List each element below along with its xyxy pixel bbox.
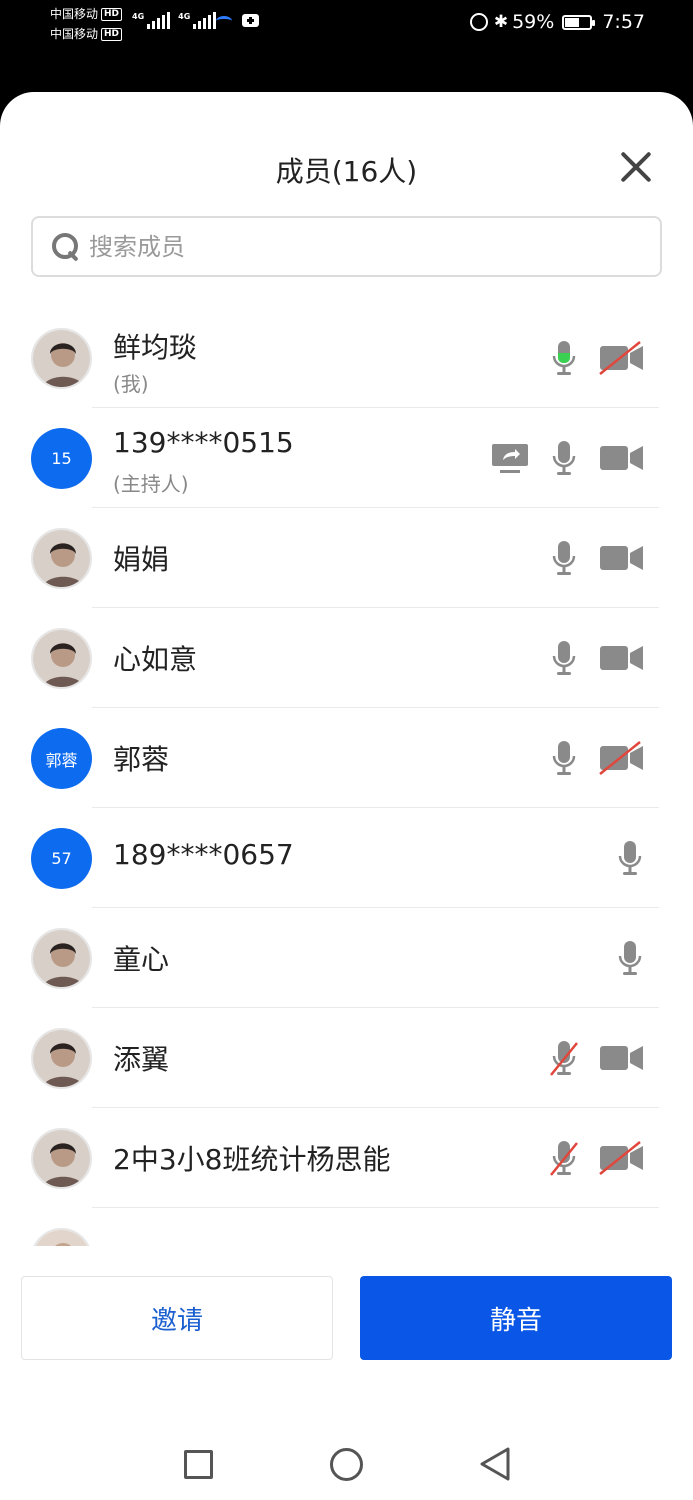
carrier-info: 中国移动 HD 中国移动 HD (50, 4, 123, 44)
screen-share-icon[interactable] (491, 442, 529, 474)
microphone-icon[interactable] (549, 639, 579, 677)
network-type: 4G (132, 12, 145, 21)
recent-apps-icon[interactable] (184, 1450, 213, 1479)
member-row[interactable]: 心如意 (0, 608, 693, 708)
member-row[interactable]: 郭蓉 郭蓉 (0, 708, 693, 808)
bluetooth-icon: ✱ (493, 12, 509, 32)
signal-icon: 4G (132, 12, 171, 29)
member-row[interactable]: 童心 (0, 908, 693, 1008)
avatar-photo (31, 1028, 92, 1089)
mute-all-button[interactable]: 静音 (360, 1276, 672, 1360)
member-name: 189****0657 (113, 838, 294, 871)
back-icon[interactable] (478, 1446, 512, 1482)
member-status-icons (549, 1138, 645, 1178)
system-nav-bar (0, 1432, 693, 1500)
member-row[interactable]: 57 189****0657 (0, 808, 693, 908)
avatar: 郭蓉 (31, 728, 92, 789)
status-bar: 中国移动 HD 中国移动 HD 4G 4G ✱ 59% 7:57 (0, 0, 693, 50)
member-name: 2中3小8班统计杨思能 (113, 1143, 391, 1176)
microphone-icon[interactable] (615, 939, 645, 977)
camera-icon[interactable] (599, 641, 645, 675)
search-icon (51, 232, 81, 262)
avatar-photo (31, 528, 92, 589)
member-role: (主持人) (113, 472, 189, 496)
member-row[interactable]: 鲜均琰 (我) (0, 308, 693, 408)
mic-muted-icon[interactable] (549, 1139, 579, 1177)
member-name: 童心 (113, 943, 170, 976)
signal-icon: 4G (178, 12, 217, 29)
avatar-photo (31, 628, 92, 689)
signal-icons: 4G 4G (132, 12, 217, 29)
member-status-icons (615, 838, 645, 878)
microphone-icon[interactable] (549, 739, 579, 777)
alarm-icon (469, 13, 488, 31)
camera-off-icon[interactable] (599, 341, 645, 375)
close-button[interactable] (619, 150, 653, 184)
member-status-icons (549, 638, 645, 678)
avatar: 57 (31, 828, 92, 889)
avatar-photo (31, 1228, 92, 1246)
clock: 7:57 (602, 11, 645, 33)
invite-button[interactable]: 邀请 (21, 1276, 333, 1360)
member-name: 娟娟 (113, 543, 170, 576)
network-type: 4G (178, 12, 191, 21)
search-box[interactable] (31, 216, 662, 277)
camera-off-icon[interactable] (599, 1141, 645, 1175)
mic-muted-icon[interactable] (549, 1039, 579, 1077)
member-name: 139****0515 (113, 426, 294, 459)
search-input[interactable] (89, 232, 589, 261)
members-sheet: 成员(16人) 鲜均琰 (我) 15 139****0515 (主持人) 娟娟心如意郭蓉郭… (0, 92, 693, 1500)
member-row[interactable]: 2中3小8班统计杨思能 (0, 1108, 693, 1208)
hd-badge: HD (101, 27, 123, 41)
camera-icon[interactable] (599, 1041, 645, 1075)
carrier-name: 中国移动 (50, 7, 99, 21)
member-status-icons (549, 338, 645, 378)
member-status-icons (549, 538, 645, 578)
camera-off-icon[interactable] (599, 741, 645, 775)
member-row[interactable]: 15 139****0515 (主持人) (0, 408, 693, 508)
microphone-icon[interactable] (549, 539, 579, 577)
member-status-icons (549, 1038, 645, 1078)
sheet-title: 成员(16人) (275, 155, 418, 188)
microphone-icon[interactable] (549, 339, 579, 377)
camera-icon[interactable] (599, 441, 645, 475)
member-role: (我) (113, 372, 149, 396)
carrier-name: 中国移动 (50, 27, 99, 41)
microphone-icon[interactable] (549, 439, 579, 477)
member-row[interactable]: 娟娟 (0, 508, 693, 608)
member-status-icons (549, 738, 645, 778)
home-icon[interactable] (330, 1448, 363, 1481)
battery-icon (562, 14, 596, 30)
member-row[interactable]: 添翼 (0, 1008, 693, 1108)
avatar-photo (31, 928, 92, 989)
notification-icon (242, 14, 259, 27)
avatar-photo (31, 328, 92, 389)
member-name: 郭蓉 (113, 743, 170, 776)
member-name: 添翼 (113, 1043, 170, 1076)
member-status-icons (491, 438, 645, 478)
microphone-icon[interactable] (615, 839, 645, 877)
camera-icon[interactable] (599, 541, 645, 575)
member-status-icons (615, 938, 645, 978)
wifi-icon (216, 15, 232, 26)
member-row-partial[interactable] (0, 1208, 693, 1246)
member-list[interactable]: 鲜均琰 (我) 15 139****0515 (主持人) 娟娟心如意郭蓉 郭蓉 57 189**… (0, 308, 693, 1246)
member-name: 鲜均琰 (113, 331, 198, 364)
member-name: 心如意 (113, 643, 198, 676)
hd-badge: HD (101, 7, 123, 21)
avatar: 15 (31, 428, 92, 489)
battery-percent: 59% (512, 11, 555, 33)
avatar-photo (31, 1128, 92, 1189)
